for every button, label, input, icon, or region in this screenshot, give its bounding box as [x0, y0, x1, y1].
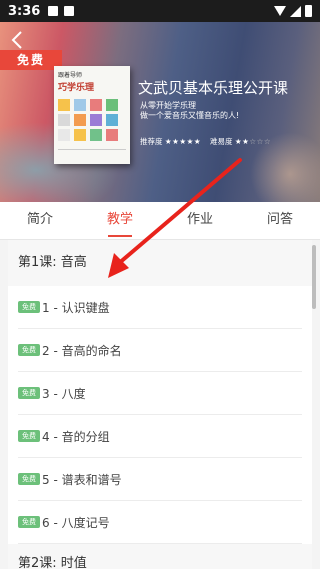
wifi-icon — [274, 6, 286, 16]
free-badge: 免费 — [18, 387, 40, 399]
difficulty-stars: ★★☆☆☆ — [235, 137, 271, 146]
free-badge: 免费 — [18, 301, 40, 313]
lesson-list: 第1课: 音高 免费 1 - 认识键盘 免费 2 - 音高的命名 免费 3 - … — [8, 240, 312, 569]
star-filled-icon: ★ — [179, 137, 187, 146]
lesson-1-title[interactable]: 第1课: 音高 — [8, 240, 312, 286]
book-grid-cell — [58, 129, 70, 141]
chevron-left-icon — [11, 31, 22, 49]
free-badge: 免费 — [18, 430, 40, 442]
book-grid-cell — [106, 99, 118, 111]
scrollbar[interactable] — [312, 245, 316, 309]
course-subtitle-2: 做一个爱音乐又懂音乐的人! — [140, 111, 240, 120]
free-tag: 免费 — [0, 50, 62, 70]
signal-icon — [290, 5, 301, 17]
list-item-label: 1 - 认识键盘 — [42, 300, 110, 315]
list-item[interactable]: 免费 6 - 八度记号 — [18, 501, 302, 544]
free-badge: 免费 — [18, 344, 40, 356]
difficulty-label: 难易度 — [210, 137, 233, 146]
list-item-label: 3 - 八度 — [42, 386, 86, 401]
star-empty-icon: ☆ — [256, 137, 264, 146]
book-cover: 跟着导师 巧学乐理 — [54, 66, 130, 164]
book-grid-cell — [74, 114, 86, 126]
tab-homework[interactable]: 作业 — [160, 202, 240, 239]
recommend-rating: 推荐度 ★★★★★ — [140, 136, 201, 147]
list-item[interactable]: 免费 1 - 认识键盘 — [18, 286, 302, 329]
course-banner: 免费 跟着导师 巧学乐理 文武贝基本乐理公开课 从零开始学乐理 做一个爱音乐又懂… — [0, 22, 320, 202]
book-grid-cell — [58, 99, 70, 111]
book-title: 巧学乐理 — [58, 83, 95, 93]
star-filled-icon: ★ — [186, 137, 194, 146]
list-item-label: 5 - 谱表和谱号 — [42, 472, 122, 487]
list-item-label: 6 - 八度记号 — [42, 515, 110, 530]
book-grid-cell — [74, 99, 86, 111]
notification-icon — [48, 6, 59, 16]
book-grid-cell — [90, 99, 102, 111]
free-badge: 免费 — [18, 516, 40, 528]
book-grid-cell — [106, 129, 118, 141]
status-time: 3:36 — [8, 3, 41, 19]
notification-icon-2 — [64, 6, 75, 16]
book-grid-cell — [58, 114, 70, 126]
status-bar: 3:36 — [0, 0, 320, 22]
list-item[interactable]: 免费 4 - 音的分组 — [18, 415, 302, 458]
book-small-title: 跟着导师 — [58, 72, 83, 79]
tab-intro[interactable]: 简介 — [0, 202, 80, 239]
tab-teaching[interactable]: 教学 — [80, 202, 160, 239]
course-title: 文武贝基本乐理公开课 — [138, 79, 289, 97]
star-filled-icon: ★ — [193, 137, 202, 146]
star-empty-icon: ☆ — [249, 137, 257, 146]
book-grid-cell — [106, 114, 118, 126]
book-grid-cell — [74, 129, 86, 141]
battery-icon — [305, 5, 312, 17]
lesson-2-title[interactable]: 第2课: 时值 — [8, 544, 312, 569]
free-badge: 免费 — [18, 473, 40, 485]
tab-bar: 简介 教学 作业 问答 — [0, 202, 320, 240]
book-grid-cell — [90, 114, 102, 126]
difficulty-rating: 难易度 ★★☆☆☆ — [210, 136, 271, 147]
list-item[interactable]: 免费 3 - 八度 — [18, 372, 302, 415]
list-item[interactable]: 免费 2 - 音高的命名 — [18, 329, 302, 372]
star-empty-icon: ☆ — [263, 137, 272, 146]
tab-qa[interactable]: 问答 — [240, 202, 320, 239]
status-right — [274, 5, 312, 17]
list-item-label: 4 - 音的分组 — [42, 429, 110, 444]
recommend-stars: ★★★★★ — [165, 137, 201, 146]
list-item-label: 2 - 音高的命名 — [42, 343, 122, 358]
list-item[interactable]: 免费 5 - 谱表和谱号 — [18, 458, 302, 501]
book-grid — [58, 99, 126, 141]
recommend-label: 推荐度 — [140, 137, 163, 146]
book-grid-cell — [90, 129, 102, 141]
